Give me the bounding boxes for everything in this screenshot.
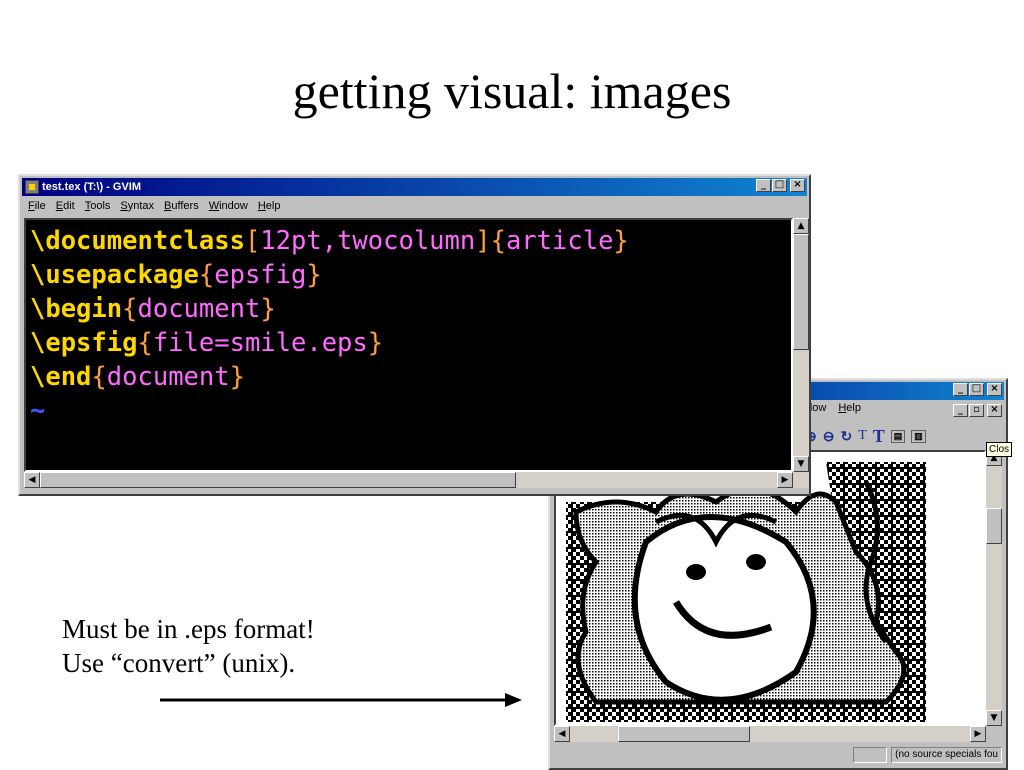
zoom-out-icon[interactable]: ⊖ — [823, 428, 835, 445]
menu-tools[interactable]: Tools — [80, 198, 116, 216]
scroll-thumb[interactable] — [793, 234, 809, 350]
scroll-down-button[interactable]: ▼ — [986, 710, 1002, 726]
latex-option: 12pt,twocolumn — [260, 226, 476, 256]
maximize-button[interactable]: □ — [772, 179, 787, 192]
gvim-menubar: File Edit Tools Syntax Buffers Window He… — [23, 198, 285, 216]
brace: } — [367, 328, 384, 358]
brace: { — [122, 294, 138, 324]
redisplay-icon[interactable]: ↻ — [840, 428, 852, 445]
latex-argument: epsfig — [214, 260, 307, 290]
gvim-app-icon — [25, 180, 39, 194]
status-cell-empty — [853, 747, 888, 763]
close-button[interactable]: × — [987, 383, 1002, 396]
status-bar: (no source specials fou — [554, 746, 1002, 764]
window-title: test.tex (T:\) - GVIM — [42, 181, 142, 193]
scroll-up-button[interactable]: ▲ — [793, 218, 809, 234]
viewer-vertical-scrollbar[interactable]: ▲ ▼ — [986, 450, 1002, 726]
brace: { — [91, 362, 107, 392]
gvim-window[interactable]: test.tex (T:\) - GVIM _ □ × File Edit To… — [18, 174, 811, 496]
two-page-icon[interactable]: ▥ — [911, 429, 926, 443]
h-scroll-thumb[interactable] — [40, 472, 516, 488]
latex-command: \usepackage — [30, 260, 199, 290]
gvim-title-bar[interactable]: test.tex (T:\) - GVIM — [22, 178, 807, 196]
close-tooltip: Clos — [986, 442, 1013, 457]
scroll-right-button[interactable]: ▶ — [777, 472, 793, 488]
editor-horizontal-scrollbar[interactable]: ◀ ▶ — [24, 472, 809, 488]
menu-help[interactable]: Help — [253, 198, 286, 216]
bracket: ] — [475, 226, 491, 256]
h-scroll-thumb[interactable] — [618, 726, 750, 742]
latex-command: \end — [30, 362, 92, 392]
maximize-button[interactable]: □ — [969, 383, 984, 396]
slide-note: Must be in .eps format! Use “convert” (u… — [62, 612, 315, 680]
brace: } — [260, 294, 276, 324]
latex-argument: file=smile.eps — [152, 328, 368, 358]
doc-close-button[interactable]: × — [987, 404, 1002, 417]
viewer-toolbar: ⊕ ⊖ ↻ T T ▤ ▥ — [805, 426, 926, 446]
brace: } — [613, 226, 629, 256]
viewer-horizontal-scrollbar[interactable]: ◀ ▶ — [554, 726, 986, 742]
note-line-1: Must be in .eps format! — [62, 614, 315, 644]
bracket: [ — [244, 226, 261, 256]
code-line: \usepackage{epsfig} — [30, 258, 791, 292]
minimize-button[interactable]: _ — [953, 383, 968, 396]
arrow-icon — [160, 693, 522, 707]
code-line: \documentclass[12pt,twocolumn]{article} — [30, 224, 791, 258]
brace: } — [306, 260, 322, 290]
slide-title: getting visual: images — [292, 63, 732, 119]
brace: } — [229, 362, 245, 392]
brace: { — [198, 260, 215, 290]
menu-edit[interactable]: Edit — [51, 198, 80, 216]
latex-argument: article — [505, 226, 614, 256]
scroll-right-button[interactable]: ▶ — [970, 726, 986, 742]
code-line: \end{document} — [30, 360, 791, 394]
code-line: \begin{document} — [30, 292, 791, 326]
editor-text-area[interactable]: \documentclass[12pt,twocolumn]{article} … — [24, 218, 793, 472]
page-icon[interactable]: ▤ — [890, 429, 906, 443]
latex-argument: document — [137, 294, 261, 324]
menu-buffers[interactable]: Buffers — [159, 198, 204, 216]
latex-argument: document — [106, 362, 230, 392]
scroll-left-button[interactable]: ◀ — [24, 472, 40, 488]
empty-line-marker: ~ — [30, 396, 46, 426]
text-small-icon[interactable]: T — [858, 428, 867, 444]
menu-syntax[interactable]: Syntax — [115, 198, 159, 216]
note-line-2: Use “convert” (unix). — [62, 648, 296, 678]
doc-minimize-button[interactable]: _ — [953, 404, 968, 417]
scroll-left-button[interactable]: ◀ — [554, 726, 570, 742]
menu-window[interactable]: Window — [204, 198, 253, 216]
brace: { — [490, 226, 506, 256]
latex-command: \epsfig — [30, 328, 138, 358]
code-line: \epsfig{file=smile.eps} — [30, 326, 791, 360]
menu-help[interactable]: Help — [838, 402, 861, 414]
latex-command: \documentclass — [30, 226, 245, 256]
menu-file[interactable]: File — [23, 198, 51, 216]
text-large-icon[interactable]: T — [873, 426, 885, 447]
scroll-thumb[interactable] — [986, 508, 1002, 544]
status-text: (no source specials fou — [891, 747, 1002, 763]
editor-vertical-scrollbar[interactable]: ▲ ▼ — [793, 218, 809, 472]
scroll-down-button[interactable]: ▼ — [793, 456, 809, 472]
minimize-button[interactable]: _ — [756, 179, 771, 192]
doc-restore-button[interactable]: ▫ — [969, 404, 984, 417]
latex-command: \begin — [30, 294, 123, 324]
brace: { — [137, 328, 153, 358]
close-button[interactable]: × — [790, 179, 805, 192]
